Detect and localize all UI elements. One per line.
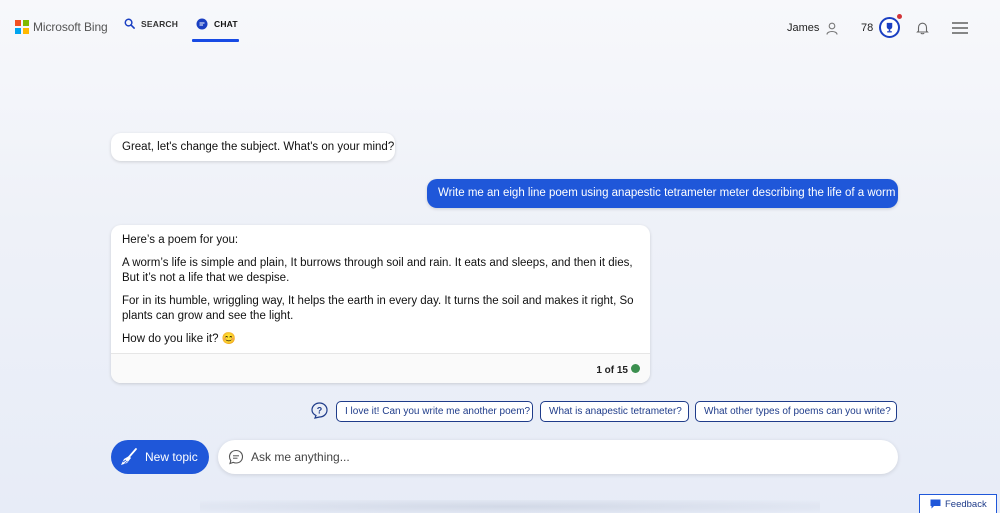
rewards-points[interactable]: 78 [861, 22, 873, 34]
turn-counter: 1 of 15 [596, 365, 628, 376]
question-help-icon[interactable]: ? [311, 402, 328, 419]
microsoft-logo-icon [15, 20, 29, 34]
chat-icon [196, 18, 208, 30]
brand-name: Microsoft Bing [33, 20, 108, 34]
bing-logo[interactable]: Microsoft Bing [15, 20, 108, 34]
message-footer: 1 of 15 [111, 353, 650, 383]
user-name[interactable]: James [787, 22, 819, 34]
trophy-icon [886, 22, 893, 33]
chat-input[interactable] [251, 450, 851, 464]
broom-icon [121, 448, 137, 465]
poem-intro: Here’s a poem for you: [122, 234, 239, 246]
suggestion-chip[interactable]: What other types of poems can you write? [695, 401, 897, 422]
tab-search[interactable]: SEARCH [124, 18, 178, 29]
chat-input-container[interactable] [218, 440, 898, 474]
user-message-text: Write me an eigh line poem using anapest… [438, 187, 896, 199]
tab-search-label: SEARCH [141, 18, 179, 29]
hamburger-menu-icon[interactable] [952, 22, 968, 34]
chat-bubble-icon [228, 449, 244, 465]
search-icon [124, 18, 135, 29]
poem-stanza-1: A worm’s life is simple and plain, It bu… [122, 257, 633, 284]
notification-dot [897, 14, 902, 19]
user-message: Write me an eigh line poem using anapest… [427, 179, 898, 208]
bot-message-text: Great, let's change the subject. What's … [122, 141, 395, 153]
suggestion-chip[interactable]: I love it! Can you write me another poem… [336, 401, 533, 422]
tab-chat-label: CHAT [214, 19, 238, 29]
poem-closing: How do you like it? 😊 [122, 333, 237, 345]
feedback-label: Feedback [945, 498, 987, 510]
feedback-icon [930, 499, 941, 509]
new-topic-button[interactable]: New topic [111, 440, 209, 474]
feedback-button[interactable]: Feedback [919, 494, 997, 513]
new-topic-label: New topic [145, 450, 198, 464]
bottom-shadow [200, 500, 820, 513]
rewards-button[interactable] [879, 17, 900, 38]
bot-poem-message: Here’s a poem for you: A worm’s life is … [111, 225, 650, 383]
active-tab-indicator [192, 39, 239, 42]
poem-stanza-2: For in its humble, wriggling way, It hel… [122, 295, 634, 322]
suggestion-chip[interactable]: What is anapestic tetrameter? [540, 401, 689, 422]
svg-text:?: ? [317, 406, 323, 416]
user-icon[interactable] [826, 22, 838, 35]
bell-icon[interactable] [916, 21, 929, 35]
tab-chat[interactable]: CHAT [196, 18, 238, 30]
top-bar: Microsoft Bing SEARCH CHAT James 78 [0, 0, 1000, 56]
bot-message: Great, let's change the subject. What's … [111, 133, 395, 161]
status-dot-icon [631, 364, 640, 373]
